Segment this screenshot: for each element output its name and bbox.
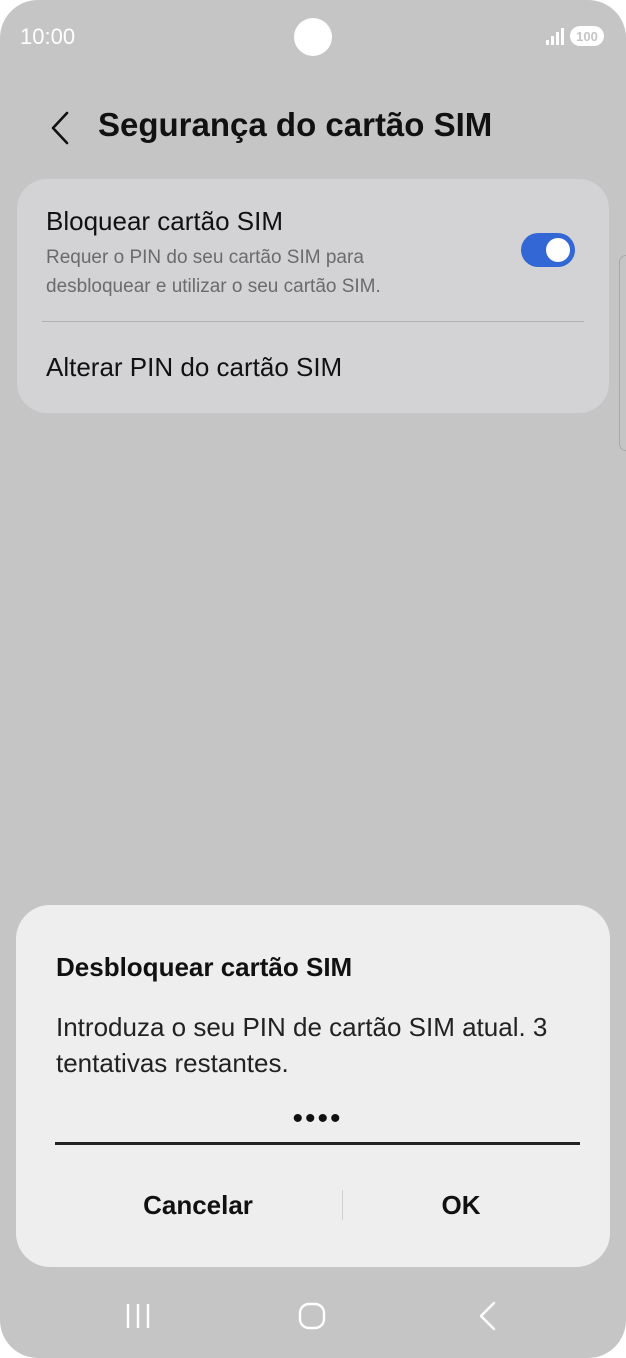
dialog-message: Introduza o seu PIN de cartão SIM atual.… bbox=[56, 1012, 548, 1078]
lock-sim-description: Requer o PIN do seu cartão SIM para desb… bbox=[46, 247, 381, 297]
change-pin-label: Alterar PIN do cartão SIM bbox=[46, 352, 343, 382]
button-divider bbox=[342, 1190, 343, 1220]
lock-sim-toggle[interactable] bbox=[521, 233, 575, 267]
back-icon bbox=[479, 1301, 496, 1331]
ok-button[interactable]: OK bbox=[346, 1173, 576, 1237]
change-pin-row[interactable]: Alterar PIN do cartão SIM bbox=[17, 322, 609, 413]
settings-card: Bloquear cartão SIM Requer o PIN do seu … bbox=[17, 179, 609, 413]
pin-input[interactable] bbox=[55, 1095, 580, 1145]
toggle-knob bbox=[546, 238, 570, 262]
signal-icon bbox=[546, 27, 564, 45]
battery-level: 100 bbox=[576, 28, 598, 44]
status-time: 10:00 bbox=[20, 24, 76, 49]
unlock-sim-dialog: Desbloquear cartão SIM Introduza o seu P… bbox=[16, 905, 610, 1267]
scrollbar[interactable] bbox=[619, 255, 626, 451]
dialog-title: Desbloquear cartão SIM bbox=[56, 952, 353, 982]
recents-button[interactable] bbox=[108, 1296, 168, 1336]
chevron-left-icon bbox=[51, 111, 69, 145]
nav-back-button[interactable] bbox=[458, 1296, 518, 1336]
lock-sim-title: Bloquear cartão SIM bbox=[46, 206, 284, 236]
back-button[interactable] bbox=[40, 108, 80, 148]
home-icon bbox=[298, 1302, 326, 1330]
home-button[interactable] bbox=[282, 1296, 342, 1336]
page-title: Segurança do cartão SIM bbox=[98, 106, 493, 143]
lock-sim-row[interactable]: Bloquear cartão SIM Requer o PIN do seu … bbox=[17, 179, 609, 321]
status-indicators: 100 bbox=[546, 26, 604, 46]
recents-icon bbox=[126, 1304, 150, 1328]
camera-cutout bbox=[294, 18, 332, 56]
cancel-button[interactable]: Cancelar bbox=[56, 1173, 340, 1237]
battery-icon: 100 bbox=[570, 26, 604, 46]
screen: 10:00 100 Segurança do cartão SIM Bloque… bbox=[0, 0, 626, 1358]
